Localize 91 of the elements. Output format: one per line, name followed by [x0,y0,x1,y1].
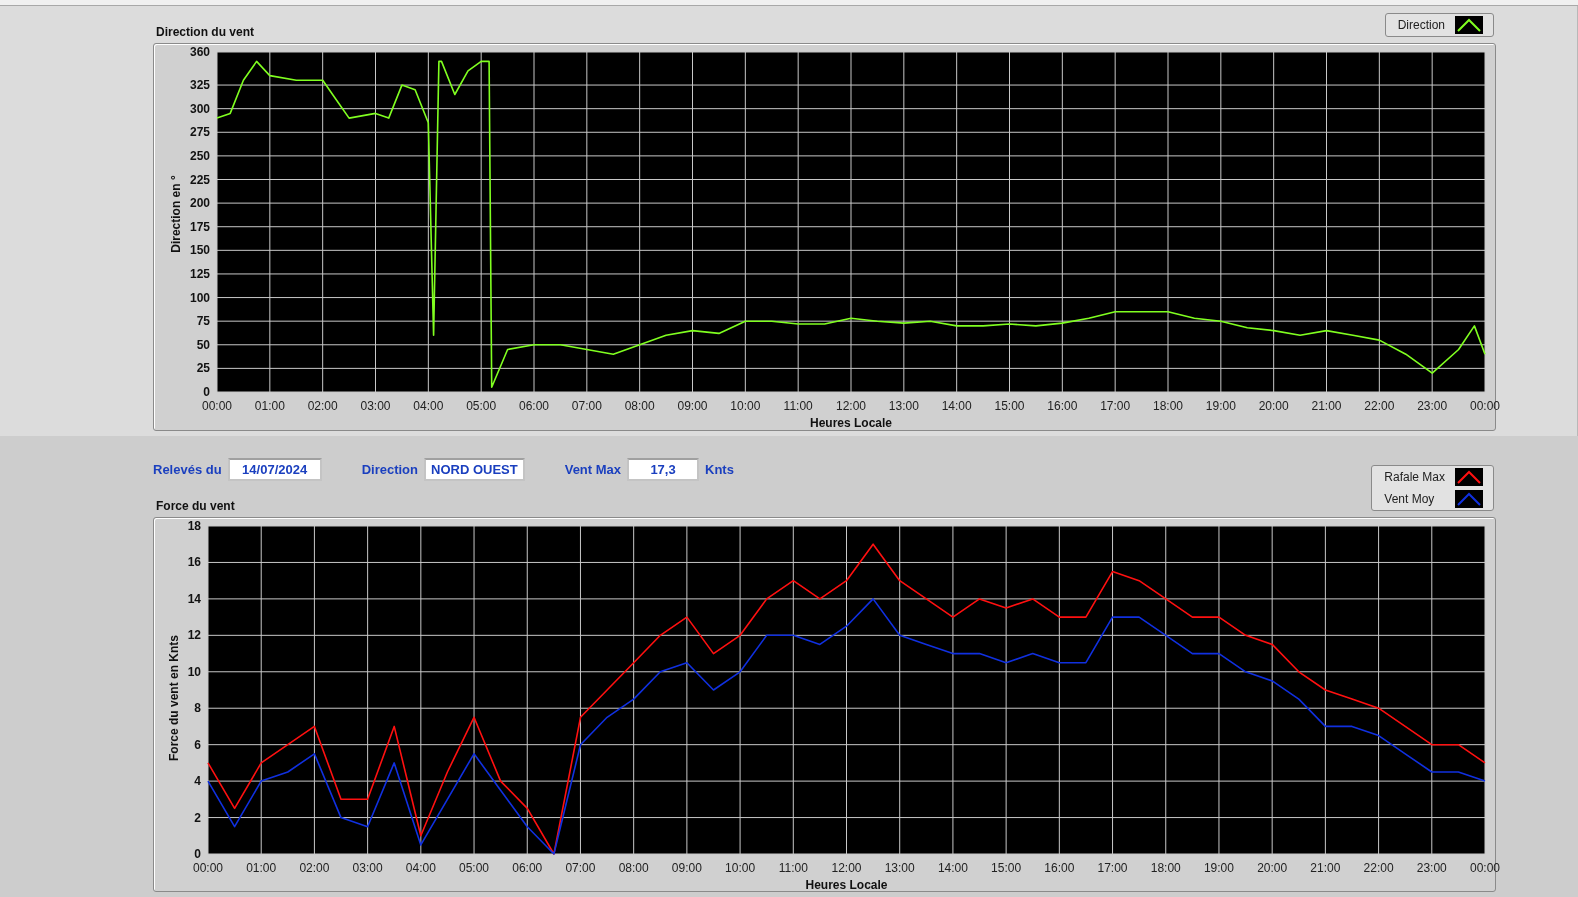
axis-tick-label: 50 [196,337,210,352]
axis-tick-label: 01:00 [246,861,277,875]
axis-tick-label: 03:00 [360,399,391,413]
axis-tick-label: 09:00 [671,861,702,875]
axis-tick-label: 20:00 [1258,399,1289,413]
axis-tick-label: 10:00 [730,399,761,413]
axis-tick-label: 03:00 [352,861,383,875]
axis-tick-label: 25 [196,361,210,376]
axis-tick-label: 10:00 [725,861,756,875]
axis-tick-label: 00:00 [193,861,223,875]
chart-title: Force du vent [155,499,236,515]
axis-tick-label: 12:00 [836,399,866,413]
axis-tick-label: 17:00 [1097,861,1128,875]
axis-tick-label: 09:00 [677,399,708,413]
axis-tick-label: 19:00 [1203,861,1234,875]
axis-tick-label: 13:00 [884,861,915,875]
axis-tick-label: 07:00 [571,399,602,413]
axis-tick-label: 02:00 [299,861,330,875]
axis-tick-label: 23:00 [1416,861,1447,875]
axis-tick-label: 15:00 [991,861,1022,875]
axis-tick-label: 17:00 [1100,399,1131,413]
axis-tick-label: 00:00 [202,399,232,413]
axis-tick-label: 75 [196,314,210,329]
axis-tick-label: 21:00 [1311,399,1342,413]
axis-tick-label: 275 [189,125,210,140]
axis-tick-label: 250 [189,148,210,163]
axis-tick-label: 12:00 [831,861,862,875]
axis-tick-label: 04:00 [413,399,444,413]
axis-tick-label: 00:00 [1470,399,1500,413]
axis-tick-label: 200 [189,196,210,211]
axis-title: Direction en ° [169,175,183,253]
axis-title: Heures Locale [810,416,892,430]
axis-tick-label: 06:00 [512,861,543,875]
axis-tick-label: 18:00 [1150,861,1181,875]
legend-label: Direction [1397,18,1445,32]
unit-label: Knts [705,462,734,477]
axis-tick-label: 08:00 [618,861,649,875]
axis-tick-label: 05:00 [459,861,490,875]
axis-tick-label: 19:00 [1205,399,1236,413]
axis-tick-label: 05:00 [466,399,497,413]
axis-tick-label: 175 [189,219,210,234]
axis-tick-label: 6 [194,737,201,752]
axis-tick-label: 100 [189,290,210,305]
axis-tick-label: 18 [187,519,201,533]
axis-tick-label: 16 [187,555,201,570]
axis-tick-label: 11:00 [778,861,808,875]
value-field: 14/07/2024 [227,458,322,481]
axis-tick-label: 00:00 [1470,861,1500,875]
axis-tick-label: 15:00 [994,399,1025,413]
axis-tick-label: 12 [187,628,201,643]
axis-tick-label: 13:00 [888,399,919,413]
field-label: Relevés du [153,462,222,477]
legend-label: Vent Moy [1384,492,1435,506]
axis-tick-label: 06:00 [519,399,549,413]
axis-tick-label: 360 [189,45,210,59]
value-field: NORD OUEST [424,458,525,481]
legend-label: Rafale Max [1384,470,1445,484]
axis-tick-label: 02:00 [307,399,338,413]
axis-tick-label: 2 [194,810,201,825]
axis-tick-label: 16:00 [1044,861,1075,875]
chart-title: Direction du vent [155,25,254,41]
field-label: Direction [361,462,418,477]
axis-tick-label: 300 [189,101,210,116]
axis-tick-label: 125 [189,266,210,281]
axis-title: Heures Locale [805,878,888,892]
axis-tick-label: 325 [189,78,210,93]
value-field: 17,3 [627,458,700,481]
axis-tick-label: 11:00 [783,399,813,413]
axis-tick-label: 150 [189,243,210,258]
axis-tick-label: 10 [187,664,201,679]
axis-tick-label: 0 [203,385,210,399]
axis-tick-label: 08:00 [624,399,655,413]
axis-tick-label: 22:00 [1364,399,1395,413]
axis-tick-label: 07:00 [565,861,596,875]
axis-title: Force du vent en Knts [167,635,181,761]
axis-tick-label: 14:00 [941,399,972,413]
axis-tick-label: 20:00 [1257,861,1288,875]
axis-tick-label: 8 [194,701,201,716]
axis-tick-label: 16:00 [1047,399,1078,413]
field-label: Vent Max [564,462,622,477]
axis-tick-label: 14:00 [937,861,968,875]
axis-tick-label: 18:00 [1153,399,1183,413]
axis-tick-label: 01:00 [254,399,285,413]
axis-tick-label: 22:00 [1363,861,1394,875]
axis-tick-label: 4 [194,774,201,789]
axis-tick-label: 04:00 [405,861,436,875]
axis-tick-label: 14 [187,591,201,606]
axis-tick-label: 225 [189,172,210,187]
axis-tick-label: 0 [194,847,201,861]
axis-tick-label: 21:00 [1310,861,1341,875]
axis-tick-label: 23:00 [1417,399,1448,413]
